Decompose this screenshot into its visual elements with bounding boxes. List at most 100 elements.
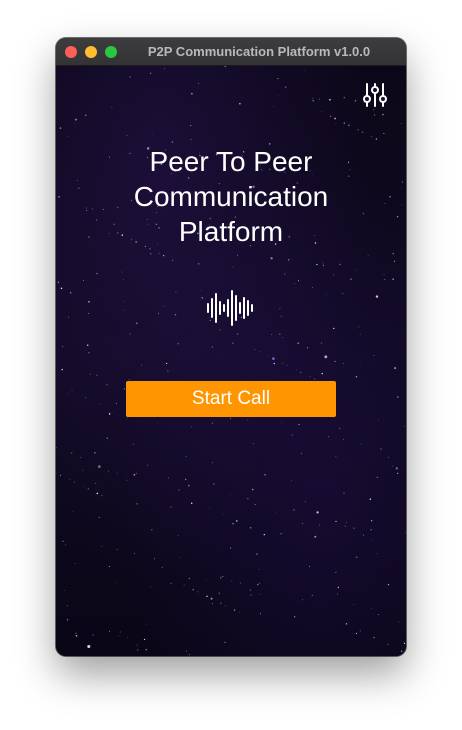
star: [135, 472, 137, 474]
star: [301, 453, 303, 455]
star: [97, 465, 101, 468]
star: [373, 354, 375, 356]
star: [137, 649, 139, 651]
star: [85, 114, 87, 116]
star: [249, 527, 252, 529]
zoom-window-button[interactable]: [105, 46, 117, 58]
star: [219, 329, 221, 331]
star: [362, 534, 365, 536]
title-line-2: Communication: [133, 181, 329, 212]
star: [200, 289, 202, 291]
star: [236, 520, 238, 522]
star: [132, 443, 135, 446]
start-call-button[interactable]: Start Call: [126, 381, 336, 417]
star: [312, 99, 314, 102]
star: [188, 484, 190, 487]
star: [335, 520, 337, 523]
star: [116, 549, 118, 550]
star: [71, 452, 73, 454]
star: [387, 583, 390, 586]
star: [224, 641, 226, 644]
star: [149, 253, 152, 255]
star: [118, 635, 119, 637]
star: [343, 122, 345, 124]
star: [404, 425, 406, 427]
star: [280, 315, 282, 317]
star: [157, 312, 159, 314]
star: [89, 373, 92, 375]
star: [400, 650, 403, 652]
star: [401, 181, 404, 183]
star: [322, 264, 325, 267]
star: [168, 477, 169, 479]
star: [291, 480, 292, 482]
title-bar[interactable]: P2P Communication Platform v1.0.0: [56, 38, 406, 66]
star: [397, 396, 399, 398]
star: [287, 259, 290, 261]
star: [298, 423, 300, 426]
star: [249, 589, 251, 591]
star: [263, 533, 266, 536]
star: [383, 274, 385, 275]
star: [401, 204, 403, 206]
star: [389, 196, 391, 198]
star: [254, 349, 256, 350]
star: [92, 634, 94, 636]
star: [300, 371, 302, 373]
star: [177, 343, 179, 345]
star: [58, 196, 60, 198]
star: [375, 138, 378, 140]
star: [67, 316, 69, 318]
star: [66, 605, 68, 607]
star: [190, 139, 192, 141]
star: [325, 294, 327, 295]
settings-button[interactable]: [360, 80, 390, 110]
star: [294, 283, 296, 285]
star: [314, 535, 317, 538]
star: [357, 129, 359, 131]
star: [65, 544, 67, 546]
star: [222, 513, 224, 515]
star: [334, 360, 336, 362]
star: [232, 342, 234, 344]
star: [201, 297, 203, 299]
star: [327, 436, 329, 438]
star: [236, 254, 238, 256]
star: [80, 457, 82, 458]
star: [86, 344, 89, 346]
star: [121, 271, 123, 273]
star: [167, 370, 169, 372]
star: [320, 342, 323, 344]
star: [126, 417, 128, 419]
star: [403, 642, 406, 645]
star: [322, 262, 324, 264]
star: [371, 608, 372, 609]
star: [339, 263, 341, 266]
star: [382, 113, 384, 116]
star: [96, 374, 98, 376]
star: [124, 300, 126, 302]
star: [129, 333, 131, 335]
star: [344, 525, 346, 527]
star: [270, 257, 273, 260]
star: [253, 443, 255, 445]
star: [398, 621, 400, 623]
minimize-window-button[interactable]: [85, 46, 97, 58]
star: [145, 648, 147, 651]
star: [87, 644, 91, 649]
star: [158, 252, 160, 254]
star: [111, 106, 113, 108]
star: [256, 553, 258, 555]
star: [332, 274, 334, 276]
star: [343, 362, 345, 364]
star: [163, 254, 165, 257]
star: [213, 483, 215, 485]
star: [251, 488, 254, 491]
star: [259, 613, 262, 615]
star: [175, 291, 177, 293]
star: [143, 638, 146, 641]
star: [157, 423, 158, 425]
star: [298, 280, 299, 282]
close-window-button[interactable]: [65, 46, 77, 58]
star: [348, 124, 350, 127]
